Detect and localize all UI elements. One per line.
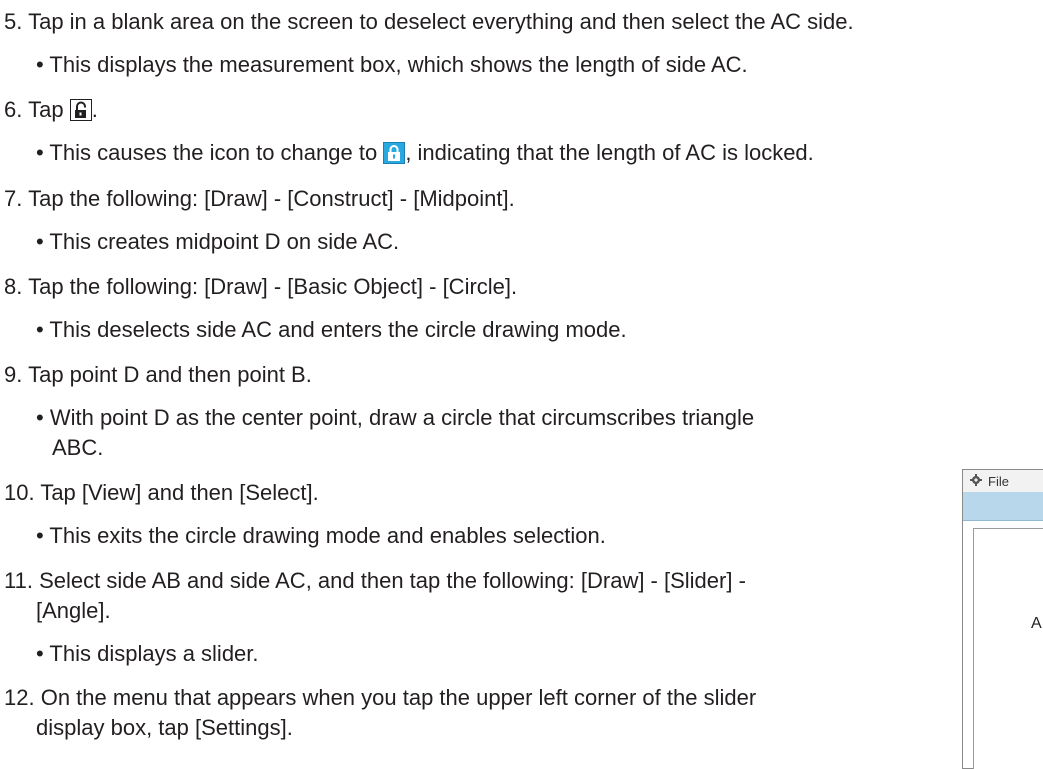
bullet-text: This creates midpoint D on side AC. <box>49 229 400 254</box>
bullet-text: This deselects side AC and enters the ci… <box>49 317 627 342</box>
bullet-text: This displays a slider. <box>49 641 259 666</box>
step-5-bullet: • This displays the measurement box, whi… <box>36 52 748 78</box>
step-text-end: . <box>91 97 98 122</box>
step-number: 7. <box>4 186 23 211</box>
bullet-text: With point D as the center point, draw a… <box>49 405 755 430</box>
step-6-bullet: • This causes the icon to change to , in… <box>36 140 814 166</box>
step-9: 9. Tap point D and then point B. <box>4 362 312 388</box>
step-8: 8. Tap the following: [Draw] - [Basic Ob… <box>4 274 517 300</box>
step-text: Tap the following: [Draw] - [Construct] … <box>28 186 515 211</box>
bullet-text: This exits the circle drawing mode and e… <box>49 523 606 548</box>
step-number: 8. <box>4 274 23 299</box>
geometry-canvas[interactable] <box>973 528 1043 769</box>
app-menubar: File <box>963 470 1043 493</box>
point-label-a: A <box>1031 615 1042 632</box>
step-text: On the menu that appears when you tap th… <box>40 685 757 710</box>
step-9-bullet: • With point D as the center point, draw… <box>36 405 754 431</box>
locked-padlock-icon <box>383 142 406 164</box>
step-9-bullet-cont: ABC. <box>52 435 103 461</box>
step-number: 5. <box>4 9 23 34</box>
step-text-cont: [Angle]. <box>36 598 111 623</box>
step-text: Tap the following: [Draw] - [Basic Objec… <box>28 274 518 299</box>
step-text: Tap <box>28 97 64 122</box>
step-text: Tap point D and then point B. <box>28 362 312 387</box>
step-number: 11. <box>4 568 33 593</box>
step-7-bullet: • This creates midpoint D on side AC. <box>36 229 399 255</box>
step-11: 11. Select side AB and side AC, and then… <box>4 568 746 594</box>
bullet: • <box>36 405 44 430</box>
step-number: 10. <box>4 480 35 505</box>
step-10-bullet: • This exits the circle drawing mode and… <box>36 523 606 549</box>
bullet: • <box>36 523 44 548</box>
step-text: Tap in a blank area on the screen to des… <box>28 9 854 34</box>
app-toolbar <box>963 492 1043 521</box>
step-11-cont: [Angle]. <box>36 598 111 624</box>
step-text: Tap [View] and then [Select]. <box>40 480 319 505</box>
bullet-text-end: , indicating that the length of AC is lo… <box>405 140 814 165</box>
unlocked-padlock-icon <box>69 99 92 121</box>
step-8-bullet: • This deselects side AC and enters the … <box>36 317 627 343</box>
bullet-text: This displays the measurement box, which… <box>49 52 748 77</box>
step-11-bullet: • This displays a slider. <box>36 641 259 667</box>
canvas-point-label: A <box>1031 611 1042 637</box>
step-5: 5. Tap in a blank area on the screen to … <box>4 9 854 35</box>
step-10: 10. Tap [View] and then [Select]. <box>4 480 319 506</box>
bullet: • <box>36 229 44 254</box>
bullet: • <box>36 317 44 342</box>
bullet: • <box>36 641 44 666</box>
step-text: Select side AB and side AC, and then tap… <box>39 568 746 593</box>
step-6: 6. Tap . <box>4 97 98 123</box>
bullet: • <box>36 140 44 165</box>
step-12-cont: display box, tap [Settings]. <box>36 715 293 741</box>
menu-file[interactable]: File <box>988 474 1009 489</box>
step-number: 9. <box>4 362 23 387</box>
step-number: 6. <box>4 97 23 122</box>
step-12: 12. On the menu that appears when you ta… <box>4 685 756 711</box>
bullet: • <box>36 52 44 77</box>
bullet-text-cont: ABC. <box>52 435 104 460</box>
bullet-text: This causes the icon to change to <box>49 140 378 165</box>
step-number: 12. <box>4 685 35 710</box>
gear-icon[interactable] <box>970 471 982 493</box>
step-7: 7. Tap the following: [Draw] - [Construc… <box>4 186 515 212</box>
